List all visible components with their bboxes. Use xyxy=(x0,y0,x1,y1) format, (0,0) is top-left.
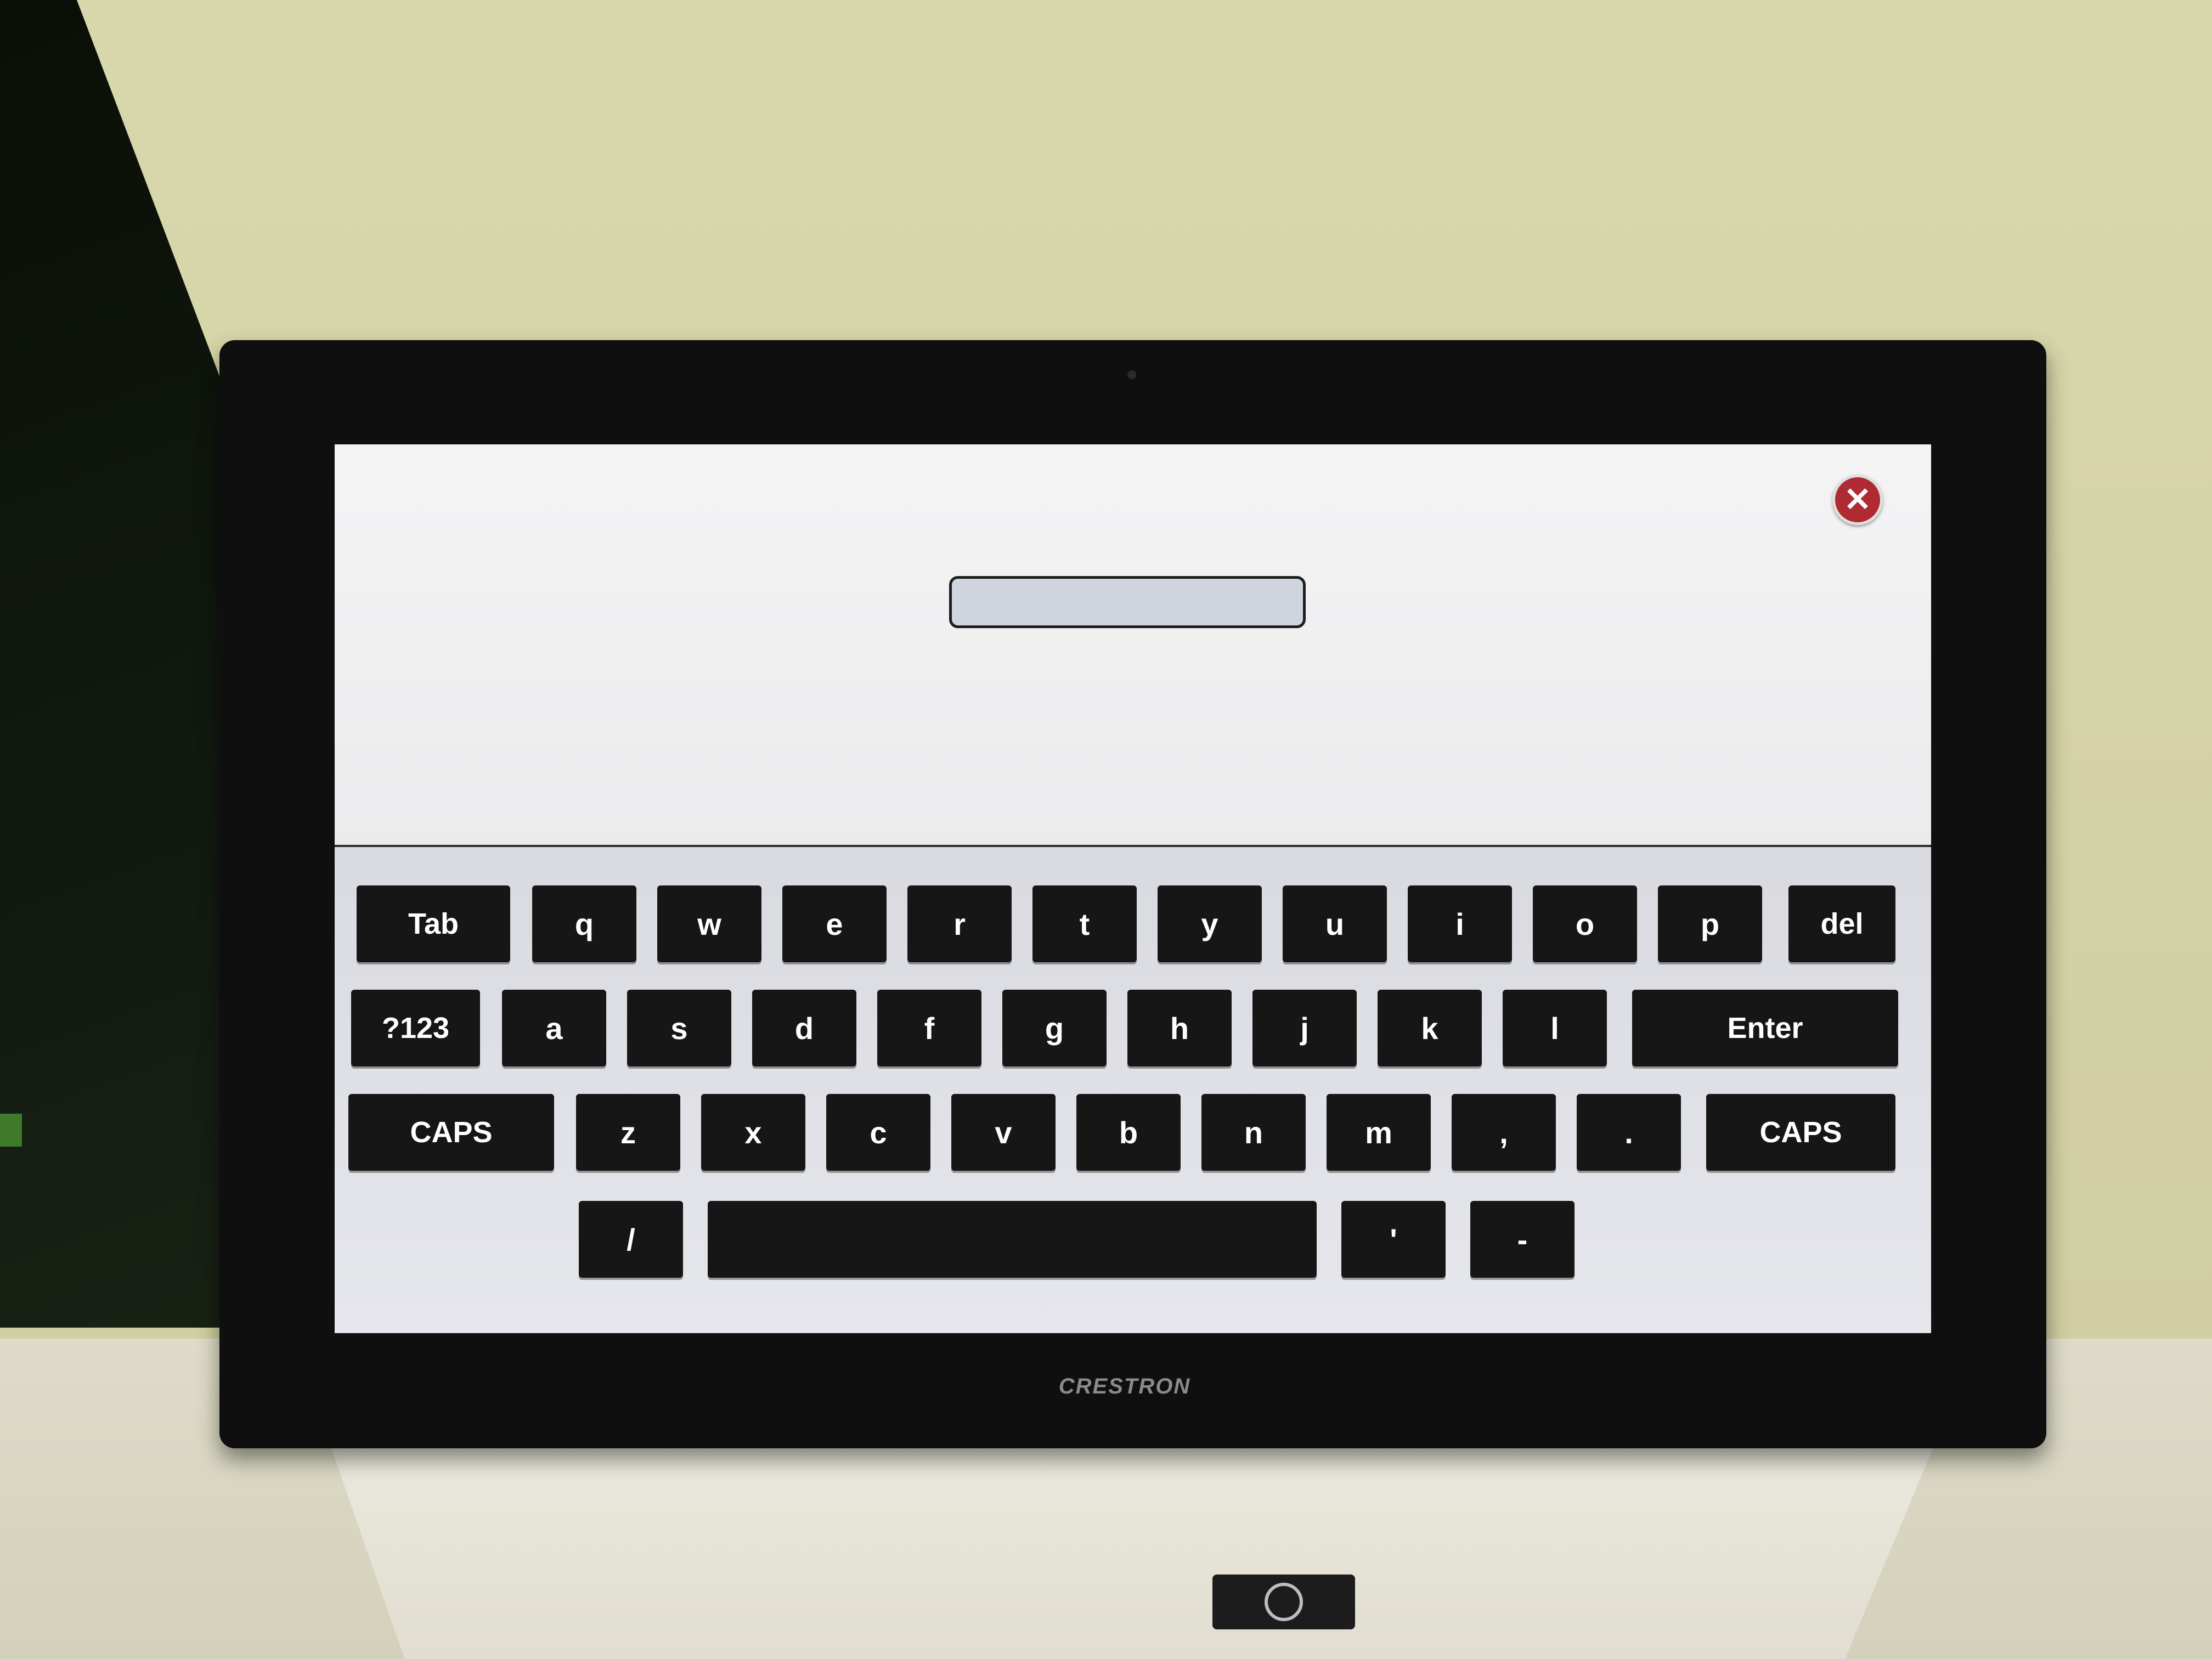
touch-screen: ✕ Tab q w e r t y u i o p del ?123 a s d… xyxy=(335,444,1931,1333)
camera-icon xyxy=(1127,370,1136,379)
close-button[interactable]: ✕ xyxy=(1832,475,1883,525)
on-screen-keyboard: Tab q w e r t y u i o p del ?123 a s d f… xyxy=(335,847,1931,1333)
key-w[interactable]: w xyxy=(657,885,761,962)
key-apostrophe[interactable]: ' xyxy=(1341,1201,1446,1278)
text-input[interactable] xyxy=(949,576,1306,628)
key-s[interactable]: s xyxy=(627,990,731,1066)
key-enter[interactable]: Enter xyxy=(1632,990,1898,1066)
key-space[interactable] xyxy=(708,1201,1317,1278)
key-period[interactable]: . xyxy=(1577,1094,1681,1171)
key-i[interactable]: i xyxy=(1408,885,1512,962)
key-symbols[interactable]: ?123 xyxy=(351,990,480,1066)
key-h[interactable]: h xyxy=(1127,990,1232,1066)
brand-logo: CRESTRON xyxy=(1058,1374,1191,1398)
key-n[interactable]: n xyxy=(1201,1094,1306,1171)
key-g[interactable]: g xyxy=(1002,990,1107,1066)
key-o[interactable]: o xyxy=(1533,885,1637,962)
key-u[interactable]: u xyxy=(1283,885,1387,962)
key-a[interactable]: a xyxy=(502,990,606,1066)
key-j[interactable]: j xyxy=(1252,990,1357,1066)
key-y[interactable]: y xyxy=(1158,885,1262,962)
key-f[interactable]: f xyxy=(877,990,981,1066)
key-v[interactable]: v xyxy=(951,1094,1056,1171)
key-k[interactable]: k xyxy=(1378,990,1482,1066)
key-d[interactable]: d xyxy=(752,990,856,1066)
key-l[interactable]: l xyxy=(1503,990,1607,1066)
key-tab[interactable]: Tab xyxy=(357,885,510,962)
text-entry-dialog: ✕ xyxy=(335,444,1931,847)
key-z[interactable]: z xyxy=(576,1094,680,1171)
key-b[interactable]: b xyxy=(1076,1094,1181,1171)
key-caps-right[interactable]: CAPS xyxy=(1706,1094,1895,1171)
key-comma[interactable]: , xyxy=(1452,1094,1556,1171)
key-hyphen[interactable]: - xyxy=(1470,1201,1575,1278)
key-e[interactable]: e xyxy=(782,885,887,962)
key-p[interactable]: p xyxy=(1658,885,1762,962)
key-m[interactable]: m xyxy=(1327,1094,1431,1171)
key-slash[interactable]: / xyxy=(579,1201,683,1278)
touch-panel-stand xyxy=(324,1426,1942,1659)
key-c[interactable]: c xyxy=(826,1094,930,1171)
key-x[interactable]: x xyxy=(701,1094,805,1171)
key-caps-left[interactable]: CAPS xyxy=(348,1094,554,1171)
key-r[interactable]: r xyxy=(907,885,1012,962)
key-t[interactable]: t xyxy=(1032,885,1137,962)
hp-logo-icon xyxy=(1212,1575,1355,1629)
key-q[interactable]: q xyxy=(532,885,636,962)
key-delete[interactable]: del xyxy=(1788,885,1895,962)
adjacent-display-glow xyxy=(0,1114,22,1147)
close-x-icon: ✕ xyxy=(1843,481,1872,518)
